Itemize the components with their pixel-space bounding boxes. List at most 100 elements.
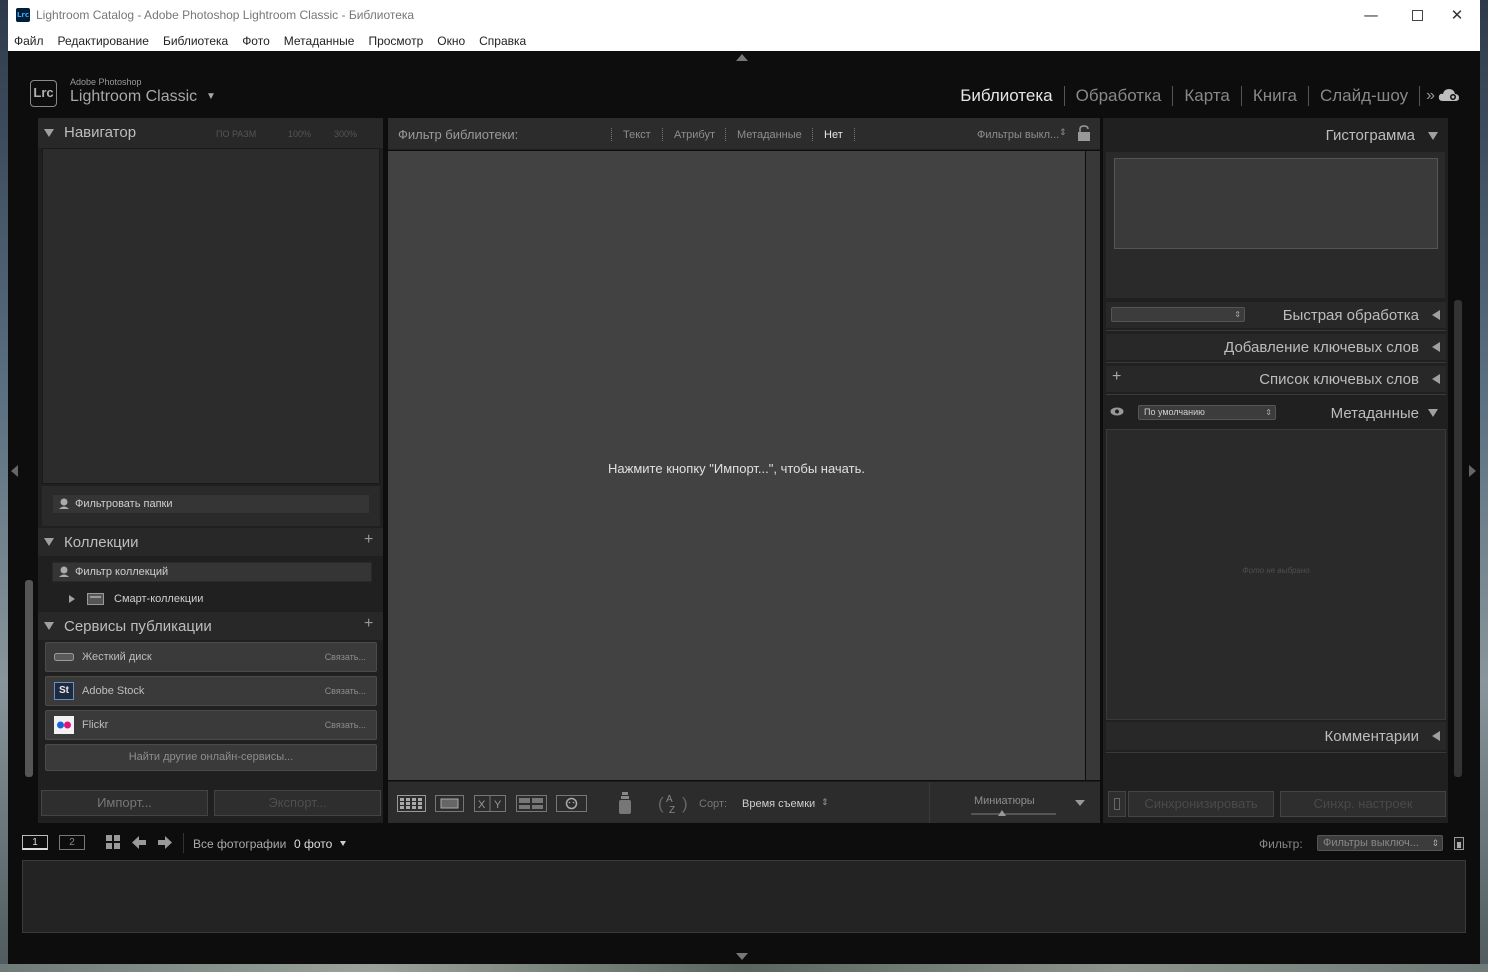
filter-tab-metadata[interactable]: Метаданные [737,129,802,141]
painter-spray-icon[interactable] [618,791,632,815]
find-more-services-button[interactable]: Найти другие онлайн-сервисы... [45,744,377,771]
menu-metadata[interactable]: Метаданные [284,31,362,51]
filter-lock-switch[interactable] [1454,837,1464,850]
service-connect-link[interactable]: Связать... [325,652,366,662]
metadata-header[interactable]: По умолчанию ⇕ Метаданные [1106,398,1446,426]
menu-edit[interactable]: Редактирование [58,31,156,51]
forward-arrow-icon[interactable] [157,835,172,850]
add-publish-service-icon[interactable]: + [364,615,373,633]
menu-library[interactable]: Библиотека [163,31,235,51]
menu-window[interactable]: Окно [437,31,472,51]
cloud-sync-icon[interactable] [1438,88,1460,102]
add-collection-icon[interactable]: + [364,531,373,549]
lock-icon[interactable] [1077,125,1091,142]
zoom-300[interactable]: 300% [334,129,357,139]
filter-tab-text[interactable]: Текст [623,129,651,141]
keywording-header[interactable]: Добавление ключевых слов [1106,334,1446,360]
expand-triangle-icon[interactable] [1432,731,1440,741]
comments-header[interactable]: Комментарии [1106,722,1446,750]
add-keyword-icon[interactable]: + [1112,368,1121,386]
menu-file[interactable]: Файл [14,31,51,51]
filter-preset-select[interactable]: Фильтры выкл... [977,129,1059,141]
menu-help[interactable]: Справка [479,31,533,51]
right-panel-toggle-icon[interactable] [1469,465,1476,477]
close-icon[interactable]: ✕ [1434,0,1480,31]
module-develop[interactable]: Обработка [1063,86,1173,106]
top-panel-toggle-icon[interactable] [736,54,748,61]
expand-triangle-icon[interactable] [1432,310,1440,320]
back-arrow-icon[interactable] [132,835,147,850]
sync-settings-button[interactable]: Синхр. настроек [1280,791,1446,817]
import-button[interactable]: Импорт... [41,790,208,816]
keyword-list-header[interactable]: + Список ключевых слов [1106,366,1446,392]
quick-develop-preset-select[interactable]: ⇕ [1111,307,1245,322]
filmstrip-filter-select[interactable]: Фильтры выключ... ⇕ [1317,835,1443,851]
collections-filter-field[interactable]: Фильтр коллекций [52,562,372,582]
grid-scrollbar[interactable] [1086,151,1100,780]
publish-service-flickr[interactable]: Flickr Связать... [45,710,377,740]
sort-stepper-icon[interactable]: ⇕ [821,797,829,808]
grid-view-icon[interactable] [397,795,426,812]
export-button[interactable]: Экспорт... [214,790,381,816]
sort-direction-icon[interactable]: (AZ) [658,791,690,815]
collapse-triangle-icon[interactable] [44,622,54,630]
metadata-preset-select[interactable]: По умолчанию ⇕ [1138,405,1276,420]
people-view-icon[interactable] [556,795,587,812]
thumbnail-size-slider[interactable] [971,810,1056,816]
filmstrip[interactable] [22,860,1466,933]
toolbar-options-caret-icon[interactable] [1075,800,1085,806]
grid-icon[interactable] [106,835,121,850]
source-dropdown-icon[interactable] [340,841,346,846]
right-panel-scrollbar[interactable] [1454,300,1462,777]
module-slideshow[interactable]: Слайд-шоу [1307,86,1419,106]
service-connect-link[interactable]: Связать... [325,686,366,696]
collections-header[interactable]: Коллекции + [38,528,383,556]
navigator-header[interactable]: Навигатор ПО РАЗМ 100% 300% [38,118,383,148]
publish-service-hard-drive[interactable]: Жесткий диск Связать... [45,642,377,672]
quick-develop-header[interactable]: ⇕ Быстрая обработка [1106,302,1446,328]
bottom-panel-toggle-icon[interactable] [736,953,748,960]
left-panel-toggle-icon[interactable] [11,465,18,477]
slider-thumb[interactable] [998,810,1006,816]
publish-service-adobe-stock[interactable]: St Adobe Stock Связать... [45,676,377,706]
collapse-triangle-icon[interactable] [44,129,54,137]
eye-icon[interactable] [1110,407,1124,416]
collapse-triangle-icon[interactable] [44,538,54,546]
expand-triangle-icon[interactable] [1432,374,1440,384]
left-panel-scrollbar[interactable] [25,580,33,777]
main-screen-button[interactable]: 1 [22,835,48,850]
compare-view-icon[interactable]: XY [474,795,506,812]
menu-view[interactable]: Просмотр [368,31,430,51]
sync-button[interactable]: Синхронизировать [1128,791,1274,817]
smart-collections-item[interactable]: Смарт-коллекции [52,590,380,608]
sort-select[interactable]: Время съемки [742,798,815,810]
brand-small: Adobe Photoshop [70,77,142,87]
secondary-screen-button[interactable]: 2 [59,835,85,850]
zoom-fit[interactable]: ПО РАЗМ [216,129,256,139]
survey-view-icon[interactable] [516,795,547,812]
sync-toggle-switch[interactable] [1108,791,1126,817]
folders-filter-field[interactable]: Фильтровать папки [52,494,370,514]
loupe-view-icon[interactable] [435,795,464,812]
expand-triangle-icon[interactable] [1432,342,1440,352]
filter-tab-attribute[interactable]: Атрибут [674,129,715,141]
grid-view[interactable]: Нажмите кнопку "Импорт...", чтобы начать… [388,151,1085,780]
preset-stepper-icon[interactable]: ⇕ [1059,127,1067,138]
zoom-100[interactable]: 100% [288,129,311,139]
service-connect-link[interactable]: Связать... [325,720,366,730]
filter-tab-none[interactable]: Нет [824,129,843,141]
menu-photo[interactable]: Фото [242,31,277,51]
collapse-triangle-icon[interactable] [1428,409,1438,417]
module-book[interactable]: Книга [1240,86,1308,106]
collapse-triangle-icon[interactable] [1428,132,1438,140]
source-label[interactable]: Все фотографии [193,837,286,851]
divider [1106,394,1446,395]
histogram-header[interactable]: Гистограмма [1103,118,1448,152]
identity-caret-icon[interactable]: ▼ [206,91,216,102]
module-map[interactable]: Карта [1172,86,1241,106]
publish-services-header[interactable]: Сервисы публикации + [38,612,383,640]
navigator-preview[interactable] [42,148,380,484]
module-library[interactable]: Библиотека [949,86,1063,106]
expand-triangle-icon[interactable] [69,595,75,603]
minimize-icon[interactable]: — [1348,0,1394,31]
